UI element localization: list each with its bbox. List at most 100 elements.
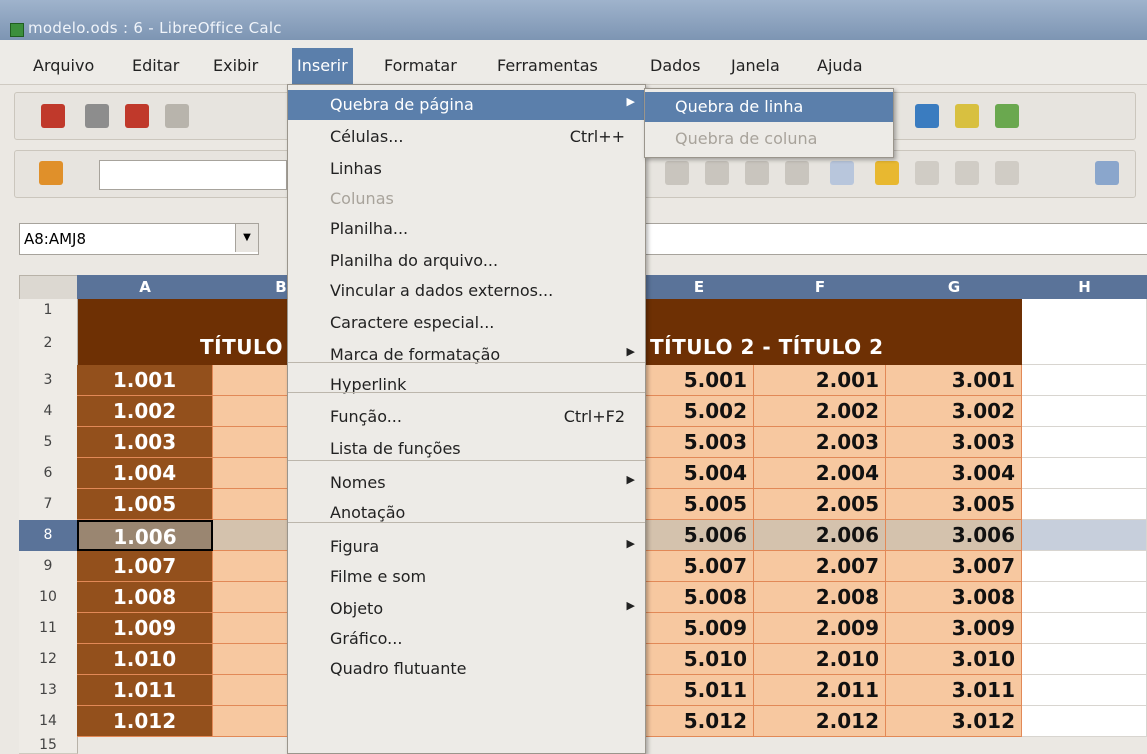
table-cell[interactable]: 2.008: [754, 582, 886, 613]
table-cell[interactable]: 1.012: [77, 706, 213, 737]
table-cell[interactable]: 5.001: [644, 365, 754, 396]
table-cell[interactable]: 1.005: [77, 489, 213, 520]
table-cell[interactable]: 5.007: [644, 551, 754, 582]
table-cell[interactable]: 3.011: [886, 675, 1022, 706]
table-cell[interactable]: 1.004: [77, 458, 213, 489]
table-cell[interactable]: 3.001: [886, 365, 1022, 396]
table-cell[interactable]: 2.012: [754, 706, 886, 737]
email-icon[interactable]: [165, 104, 189, 128]
name-box[interactable]: A8:AMJ8 ▼: [19, 223, 259, 255]
menu-arquivo[interactable]: Arquivo: [28, 52, 99, 81]
table-cell[interactable]: 3.009: [886, 613, 1022, 644]
table-cell[interactable]: 3.003: [886, 427, 1022, 458]
align-right-icon[interactable]: [745, 161, 769, 185]
insert-menu-item[interactable]: Figura ▶: [288, 532, 645, 562]
table-cell[interactable]: 2.004: [754, 458, 886, 489]
document-icon[interactable]: [41, 104, 65, 128]
percent-icon[interactable]: [915, 161, 939, 185]
insert-menu-item[interactable]: Vincular a dados externos...: [288, 276, 645, 306]
row-header[interactable]: 13: [19, 675, 78, 707]
table-cell[interactable]: 1.007: [77, 551, 213, 582]
insert-menu-item[interactable]: Nomes ▶: [288, 468, 645, 498]
table-cell[interactable]: [1022, 613, 1147, 644]
table-cell[interactable]: 1.010: [77, 644, 213, 675]
table-cell[interactable]: 3.005: [886, 489, 1022, 520]
table-cell[interactable]: 1.011: [77, 675, 213, 706]
merge-cells-icon[interactable]: [830, 161, 854, 185]
insert-menu-item[interactable]: Marca de formatação ▶: [288, 340, 645, 370]
row-header[interactable]: 8: [19, 520, 78, 552]
table-cell[interactable]: 1.009: [77, 613, 213, 644]
menu-janela[interactable]: Janela: [726, 52, 785, 81]
table-cell[interactable]: [1022, 365, 1147, 396]
table-cell[interactable]: 5.011: [644, 675, 754, 706]
insert-menu-item[interactable]: Planilha do arquivo...: [288, 246, 645, 276]
select-all-corner[interactable]: [19, 275, 79, 301]
insert-menu-item[interactable]: Planilha...: [288, 214, 645, 244]
table-cell[interactable]: [1022, 458, 1147, 489]
table-cell[interactable]: 5.012: [644, 706, 754, 737]
justify-icon[interactable]: [785, 161, 809, 185]
chevron-down-icon[interactable]: ▼: [235, 224, 258, 252]
row-header[interactable]: 11: [19, 613, 78, 645]
insert-menu-item[interactable]: Quebra de página ▶: [288, 90, 645, 120]
column-header-e[interactable]: E: [644, 275, 755, 299]
sort-descending-icon[interactable]: [995, 104, 1019, 128]
table-cell[interactable]: 3.004: [886, 458, 1022, 489]
table-cell[interactable]: 2.005: [754, 489, 886, 520]
menu-item-line-break[interactable]: Quebra de linha: [645, 92, 893, 122]
table-cell[interactable]: [1022, 520, 1147, 551]
insert-menu-item[interactable]: Células... Ctrl++: [288, 122, 645, 152]
table-cell[interactable]: 5.004: [644, 458, 754, 489]
open-folder-icon[interactable]: [85, 104, 109, 128]
sort-ascending-icon[interactable]: [955, 104, 979, 128]
table-cell[interactable]: [1022, 644, 1147, 675]
table-cell[interactable]: 2.010: [754, 644, 886, 675]
table-cell[interactable]: 1.002: [77, 396, 213, 427]
row-header[interactable]: 2: [19, 322, 78, 366]
table-cell[interactable]: 2.009: [754, 613, 886, 644]
table-cell[interactable]: 1.006: [77, 520, 213, 551]
insert-menu-item[interactable]: Gráfico...: [288, 624, 645, 654]
insert-menu-item[interactable]: Linhas: [288, 154, 645, 184]
table-cell[interactable]: 5.005: [644, 489, 754, 520]
table-cell[interactable]: 3.008: [886, 582, 1022, 613]
row-header[interactable]: 14: [19, 706, 78, 738]
menu-dados[interactable]: Dados: [645, 52, 705, 81]
table-cell[interactable]: 5.010: [644, 644, 754, 675]
indent-icon[interactable]: [1095, 161, 1119, 185]
insert-menu-item[interactable]: Objeto ▶: [288, 594, 645, 624]
currency-icon[interactable]: [875, 161, 899, 185]
table-cell[interactable]: 2.003: [754, 427, 886, 458]
table-cell[interactable]: [1022, 582, 1147, 613]
table-cell[interactable]: 1.001: [77, 365, 213, 396]
table-cell[interactable]: [1022, 706, 1147, 737]
table-cell[interactable]: [1022, 489, 1147, 520]
add-decimal-icon[interactable]: [955, 161, 979, 185]
table-cell[interactable]: 5.009: [644, 613, 754, 644]
table-cell[interactable]: 5.003: [644, 427, 754, 458]
formula-input[interactable]: [640, 223, 1147, 255]
save-icon[interactable]: [125, 104, 149, 128]
align-left-icon[interactable]: [665, 161, 689, 185]
row-header[interactable]: 15: [19, 737, 78, 754]
table-cell[interactable]: 2.007: [754, 551, 886, 582]
table-cell[interactable]: [1022, 675, 1147, 706]
table-cell[interactable]: 2.006: [754, 520, 886, 551]
table-cell[interactable]: 5.002: [644, 396, 754, 427]
cell-h-title[interactable]: [1022, 299, 1147, 365]
row-header[interactable]: 10: [19, 582, 78, 614]
table-cell[interactable]: 5.006: [644, 520, 754, 551]
remove-decimal-icon[interactable]: [995, 161, 1019, 185]
column-header-a[interactable]: A: [77, 275, 214, 299]
table-cell[interactable]: 2.001: [754, 365, 886, 396]
table-cell[interactable]: 2.011: [754, 675, 886, 706]
table-cell[interactable]: [1022, 427, 1147, 458]
menu-inserir[interactable]: Inserir: [292, 48, 353, 85]
table-cell[interactable]: 3.012: [886, 706, 1022, 737]
row-header[interactable]: 12: [19, 644, 78, 676]
insert-menu-item[interactable]: Caractere especial...: [288, 308, 645, 338]
row-header[interactable]: 9: [19, 551, 78, 583]
table-cell[interactable]: 3.007: [886, 551, 1022, 582]
row-header[interactable]: 6: [19, 458, 78, 490]
